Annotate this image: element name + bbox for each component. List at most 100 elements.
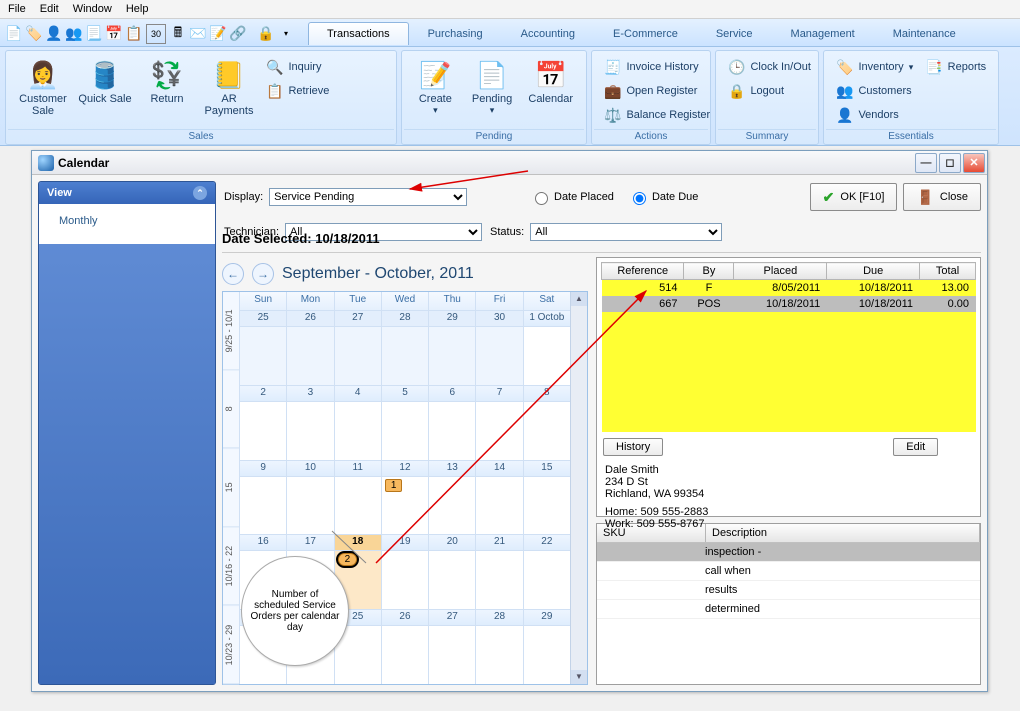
qat-user-icon[interactable]: 👤 [46, 26, 62, 42]
tab-service[interactable]: Service [697, 22, 772, 45]
balance-register-button[interactable]: ⚖️Balance Register [598, 103, 716, 127]
calendar-day[interactable]: 26 [286, 310, 333, 385]
open-register-button[interactable]: 💼Open Register [598, 79, 703, 103]
calendar-day[interactable]: 29 [428, 310, 475, 385]
qat-lock-icon[interactable]: 🔒 [258, 26, 274, 42]
calendar-scrollbar[interactable]: ▲ ▼ [570, 292, 587, 684]
calendar-day[interactable]: 13 [428, 460, 475, 535]
display-select[interactable]: Service Pending [269, 188, 467, 206]
calendar-day[interactable]: 27 [428, 609, 475, 684]
calendar-day[interactable]: 2 [239, 385, 286, 460]
calendar-day[interactable]: 29 [523, 609, 570, 684]
invoice-history-button[interactable]: 🧾Invoice History [598, 55, 705, 79]
ok-button[interactable]: ✔OK [F10] [810, 183, 898, 211]
calendar-day[interactable]: 3 [286, 385, 333, 460]
view-header[interactable]: View ⌃ [39, 182, 215, 204]
calendar-day[interactable]: 15 [523, 460, 570, 535]
detail-row[interactable]: inspection - [597, 543, 980, 562]
calendar-day[interactable]: 25 [239, 310, 286, 385]
calendar-day[interactable]: 20 [428, 534, 475, 609]
calendar-day[interactable]: 9 [239, 460, 286, 535]
tab-maintenance[interactable]: Maintenance [874, 22, 975, 45]
tab-ecommerce[interactable]: E-Commerce [594, 22, 697, 45]
calendar-day[interactable]: 1 Octob [523, 310, 570, 385]
inquiry-button[interactable]: 🔍Inquiry [260, 55, 335, 79]
clock-button[interactable]: 🕒Clock In/Out [722, 55, 817, 79]
create-button[interactable]: 📝Create [408, 55, 463, 120]
detail-row[interactable]: determined [597, 600, 980, 619]
close-button[interactable]: 🚪Close [903, 183, 981, 211]
qat-tag-icon[interactable]: 🏷️ [26, 26, 42, 42]
qat-note-icon[interactable]: 📝 [210, 26, 226, 42]
calendar-day[interactable]: 7 [475, 385, 522, 460]
col-reference[interactable]: Reference [602, 263, 684, 280]
scroll-up-icon[interactable]: ▲ [571, 292, 587, 306]
col-by[interactable]: By [684, 263, 734, 280]
minimize-button[interactable]: — [915, 153, 937, 173]
calendar-day[interactable]: 28 [381, 310, 428, 385]
calendar-day[interactable]: 8 [523, 385, 570, 460]
qat-link-icon[interactable]: 🔗 [230, 26, 246, 42]
qat-calc-icon[interactable]: 🖩 [170, 26, 186, 42]
qat-new-icon[interactable]: 📄 [6, 26, 22, 42]
tab-transactions[interactable]: Transactions [308, 22, 409, 45]
calendar-day[interactable]: 121 [381, 460, 428, 535]
col-placed[interactable]: Placed [734, 263, 827, 280]
calendar-day[interactable]: 26 [381, 609, 428, 684]
calendar-day[interactable]: 10 [286, 460, 333, 535]
menu-window[interactable]: Window [73, 3, 112, 15]
prev-month-button[interactable]: ← [222, 263, 244, 285]
table-row[interactable]: 667 POS 10/18/2011 10/18/2011 0.00 [602, 296, 976, 312]
radio-date-due[interactable]: Date Due [628, 189, 698, 205]
next-month-button[interactable]: → [252, 263, 274, 285]
view-monthly[interactable]: Monthly [45, 212, 209, 230]
pending-button[interactable]: 📄Pending [463, 55, 522, 120]
qat-list-icon[interactable]: 📋 [126, 26, 142, 42]
customers-button[interactable]: 👥Customers [830, 79, 918, 103]
qat-drop-icon[interactable]: ▾ [278, 26, 294, 42]
col-due[interactable]: Due [827, 263, 920, 280]
table-row[interactable]: 514 F 8/05/2011 10/18/2011 13.00 [602, 280, 976, 297]
calendar-day[interactable]: 4 [334, 385, 381, 460]
tab-management[interactable]: Management [772, 22, 874, 45]
menu-file[interactable]: File [8, 3, 26, 15]
tab-purchasing[interactable]: Purchasing [409, 22, 502, 45]
qat-cal-icon[interactable]: 📅 [106, 26, 122, 42]
inventory-button[interactable]: 🏷️Inventory [830, 55, 919, 79]
calendar-day[interactable]: 27 [334, 310, 381, 385]
qat-doc-icon[interactable]: 📃 [86, 26, 102, 42]
history-button[interactable]: History [603, 438, 663, 456]
calendar-day[interactable]: 11 [334, 460, 381, 535]
col-total[interactable]: Total [920, 263, 976, 280]
collapse-icon[interactable]: ⌃ [193, 186, 207, 200]
calendar-day[interactable]: 6 [428, 385, 475, 460]
maximize-button[interactable]: ◻ [939, 153, 961, 173]
calendar-day[interactable]: 22 [523, 534, 570, 609]
return-button[interactable]: 💱Return [136, 55, 198, 109]
calendar-day[interactable]: 28 [475, 609, 522, 684]
menu-edit[interactable]: Edit [40, 3, 59, 15]
edit-button[interactable]: Edit [893, 438, 938, 456]
detail-row[interactable]: call when [597, 562, 980, 581]
calendar-day[interactable]: 19 [381, 534, 428, 609]
ar-payments-button[interactable]: 📒AR Payments [198, 55, 260, 121]
qat-30-icon[interactable]: 30 [146, 24, 166, 44]
vendors-button[interactable]: 👤Vendors [830, 103, 905, 127]
reports-button[interactable]: 📑Reports [919, 55, 992, 79]
scroll-down-icon[interactable]: ▼ [571, 670, 587, 684]
close-window-button[interactable]: ✕ [963, 153, 985, 173]
retrieve-button[interactable]: 📋Retrieve [260, 79, 335, 103]
tab-accounting[interactable]: Accounting [502, 22, 594, 45]
qat-mail-icon[interactable]: ✉️ [190, 26, 206, 42]
calendar-day[interactable]: 5 [381, 385, 428, 460]
quick-sale-button[interactable]: 🛢️Quick Sale [74, 55, 136, 109]
calendar-button[interactable]: 📅Calendar [521, 55, 580, 109]
qat-users-icon[interactable]: 👥 [66, 26, 82, 42]
calendar-day[interactable]: 21 [475, 534, 522, 609]
logout-button[interactable]: 🔒Logout [722, 79, 790, 103]
customer-sale-button[interactable]: 👩‍💼Customer Sale [12, 55, 74, 121]
calendar-day[interactable]: 30 [475, 310, 522, 385]
radio-date-placed[interactable]: Date Placed [530, 189, 614, 205]
menu-help[interactable]: Help [126, 3, 149, 15]
detail-row[interactable]: results [597, 581, 980, 600]
